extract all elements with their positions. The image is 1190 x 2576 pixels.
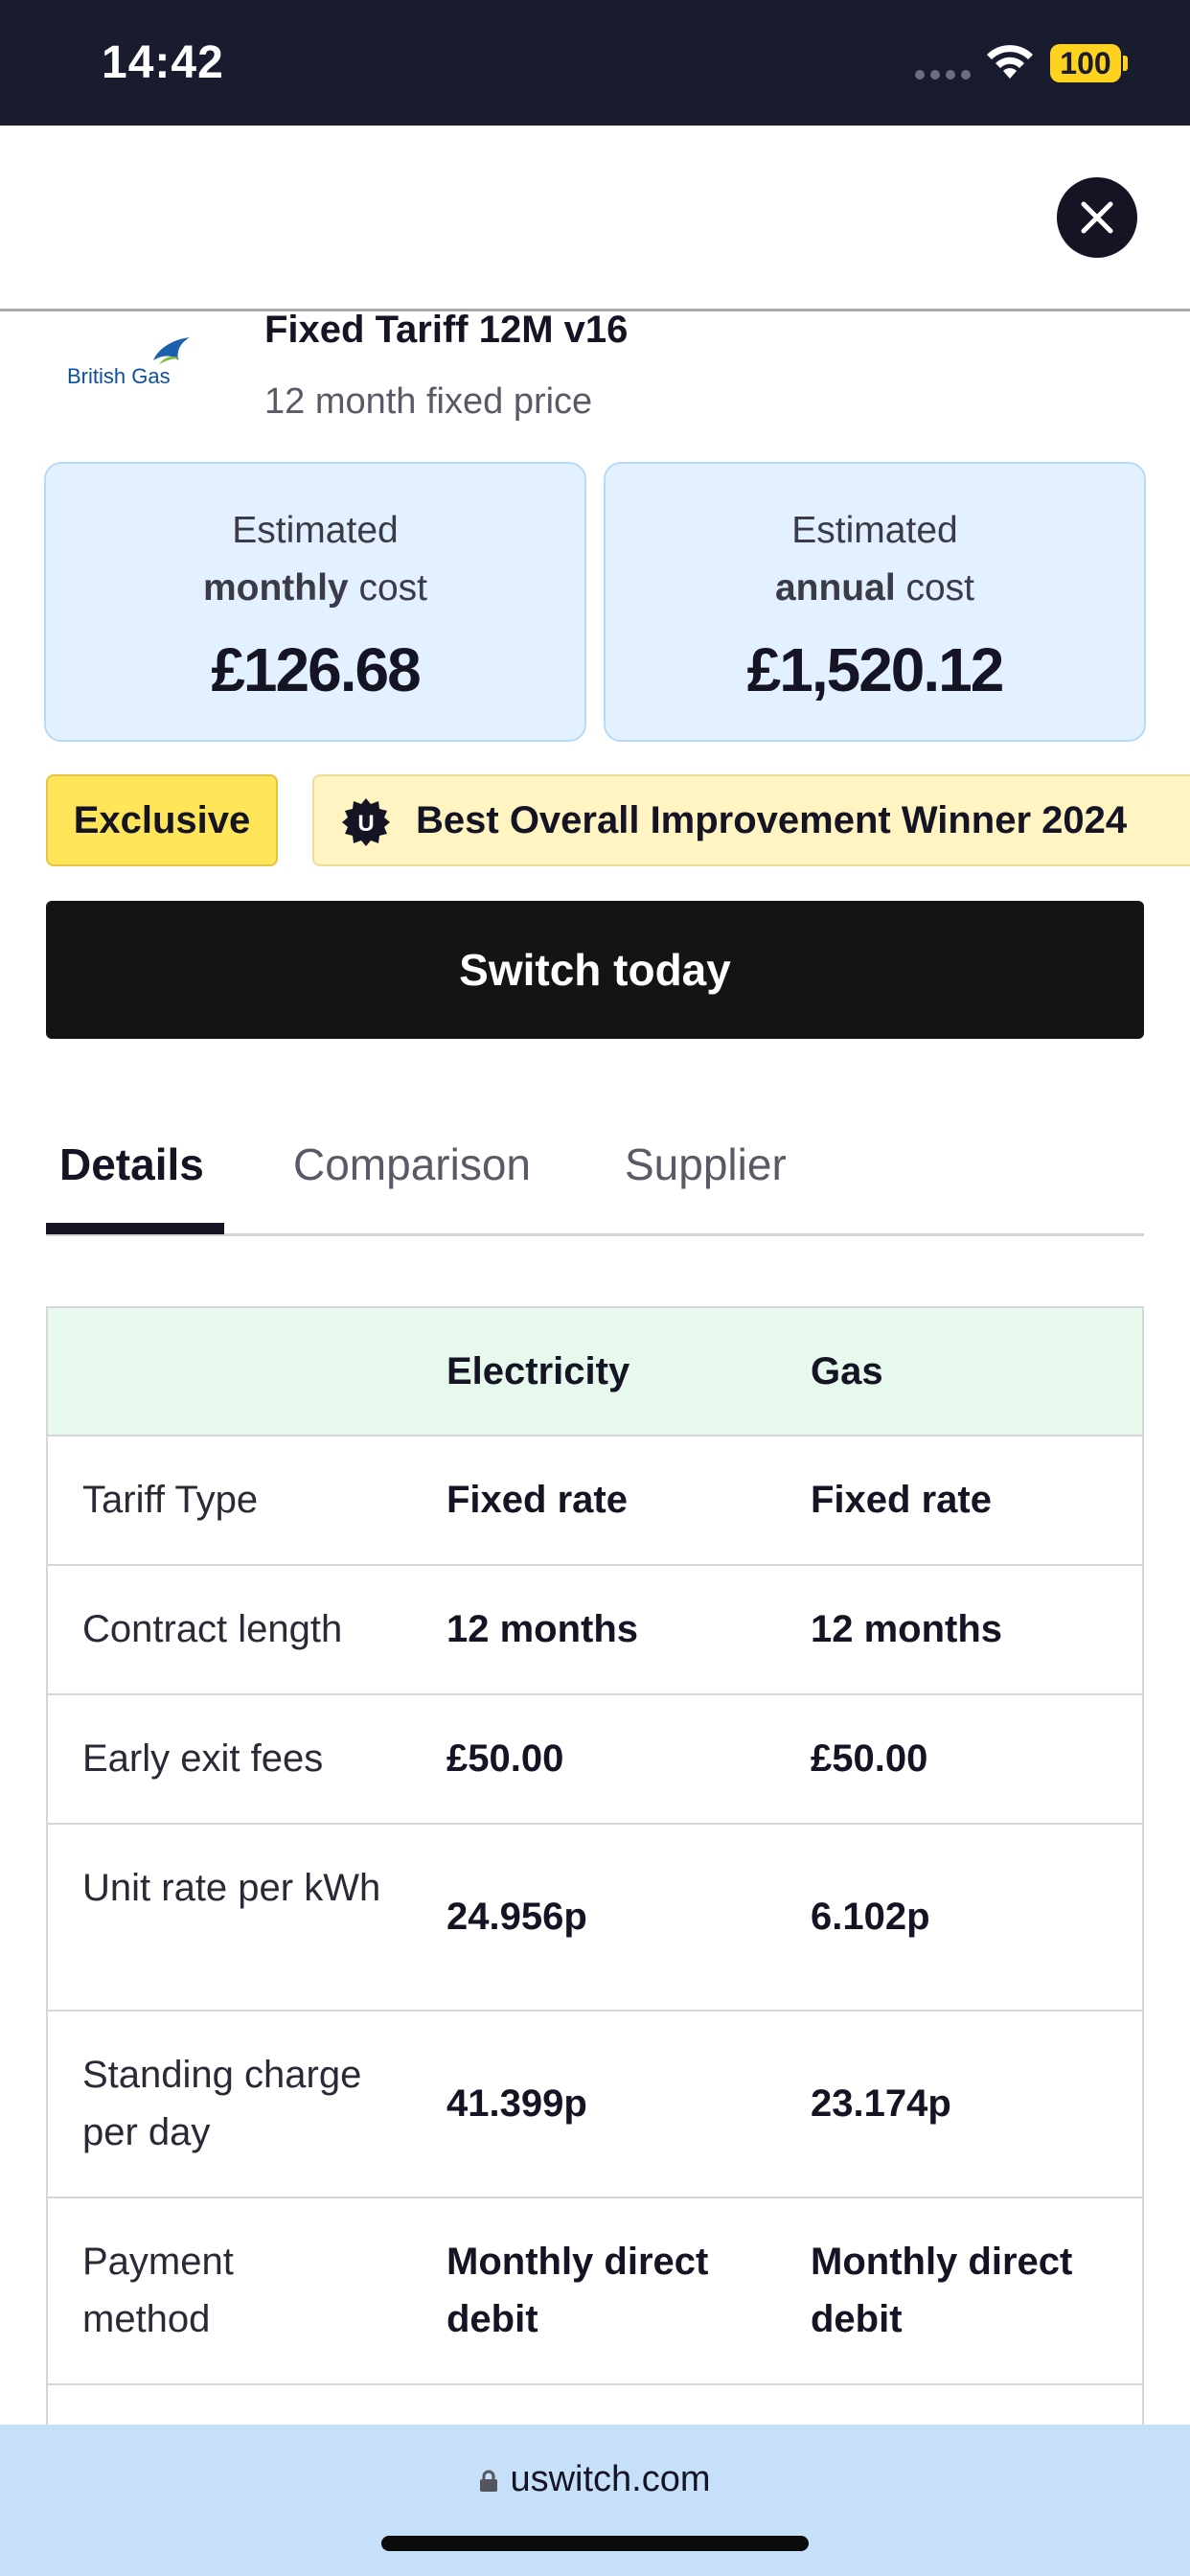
active-tab-indicator [46,1223,224,1234]
award-badge-text: Best Overall Improvement Winner 2024 [416,799,1128,841]
battery-icon: 100 [1050,44,1121,82]
table-header-gas: Gas [811,1350,883,1392]
annual-cost-card: Estimated annual cost £1,520.12 [604,462,1146,742]
switch-today-button[interactable]: Switch today [46,901,1144,1039]
gas-value: Monthly direct debit [811,2241,1073,2340]
tariff-name: Fixed Tariff 12M v16 [264,309,629,351]
gas-value: 6.102p [811,1896,930,1938]
tariff-subtitle: 12 month fixed price [264,381,593,422]
cellular-signal-icon [915,70,971,80]
tariff-details-table: Electricity Gas Tariff Type Fixed rate F… [46,1306,1144,2462]
status-bar: 14:42 100 [0,0,1190,126]
gas-value: 12 months [811,1608,1003,1650]
electricity-value: £50.00 [446,1737,564,1780]
annual-cost-label: annual cost [774,567,975,609]
exclusive-badge: Exclusive [46,774,278,866]
uswitch-award-icon: U [342,798,390,846]
tab-supplier[interactable]: Supplier [625,1138,787,1190]
tab-comparison[interactable]: Comparison [293,1138,531,1190]
electricity-value: 24.956p [446,1896,587,1938]
battery-nub [1123,56,1128,71]
row-label: Early exit fees [82,1737,324,1780]
close-button[interactable] [1057,177,1137,258]
gas-value: 23.174p [811,2082,951,2125]
svg-text:U: U [357,811,374,837]
table-row: Early exit fees £50.00 £50.00 [48,1695,1142,1825]
row-label: Standing charge per day [82,2054,362,2153]
electricity-value: 12 months [446,1608,639,1650]
table-header-row: Electricity Gas [48,1308,1142,1437]
annual-cost-label-top: Estimated [791,510,958,551]
supplier-logo-text: British Gas [67,364,171,388]
modal-header [0,126,1190,311]
row-label: Tariff Type [82,1479,259,1521]
url-display[interactable]: uswitch.com [0,2459,1190,2500]
electricity-value: Monthly direct debit [446,2241,709,2340]
close-icon [1081,201,1113,234]
supplier-logo: British Gas [67,335,201,393]
row-label: Unit rate per kWh [82,1867,381,1909]
gas-value: Fixed rate [811,1479,992,1521]
monthly-cost-label-top: Estimated [232,510,399,551]
gas-value: £50.00 [811,1737,928,1780]
table-row: Standing charge per day 41.399p 23.174p [48,2012,1142,2198]
award-badge-scroller[interactable]: U Best Overall Improvement Winner 2024 [312,774,1190,866]
british-gas-flame-icon [153,337,190,364]
award-badge: U Best Overall Improvement Winner 2024 [312,774,1190,866]
details-tabs: Details Comparison Supplier [46,1121,1144,1236]
wifi-icon [987,45,1033,79]
table-header-electricity: Electricity [446,1350,630,1392]
monthly-cost-value: £126.68 [211,635,421,704]
monthly-cost-label: monthly cost [202,567,428,609]
table-row: Tariff Type Fixed rate Fixed rate [48,1437,1142,1566]
row-label: Contract length [82,1608,343,1650]
home-indicator[interactable] [381,2536,809,2551]
browser-address-bar[interactable]: uswitch.com [0,2425,1190,2576]
monthly-cost-card: Estimated monthly cost £126.68 [44,462,586,742]
electricity-value: 41.399p [446,2082,587,2125]
table-row: Payment method Monthly direct debit Mont… [48,2198,1142,2385]
url-text: uswitch.com [510,2459,711,2499]
table-row: Contract length 12 months 12 months [48,1566,1142,1695]
electricity-value: Fixed rate [446,1479,628,1521]
tab-details[interactable]: Details [59,1138,204,1190]
table-row: Unit rate per kWh 24.956p 6.102p [48,1825,1142,2012]
annual-cost-value: £1,520.12 [746,635,1005,704]
status-time: 14:42 [102,37,224,88]
row-label: Payment method [82,2241,234,2340]
lock-icon [480,2470,498,2492]
